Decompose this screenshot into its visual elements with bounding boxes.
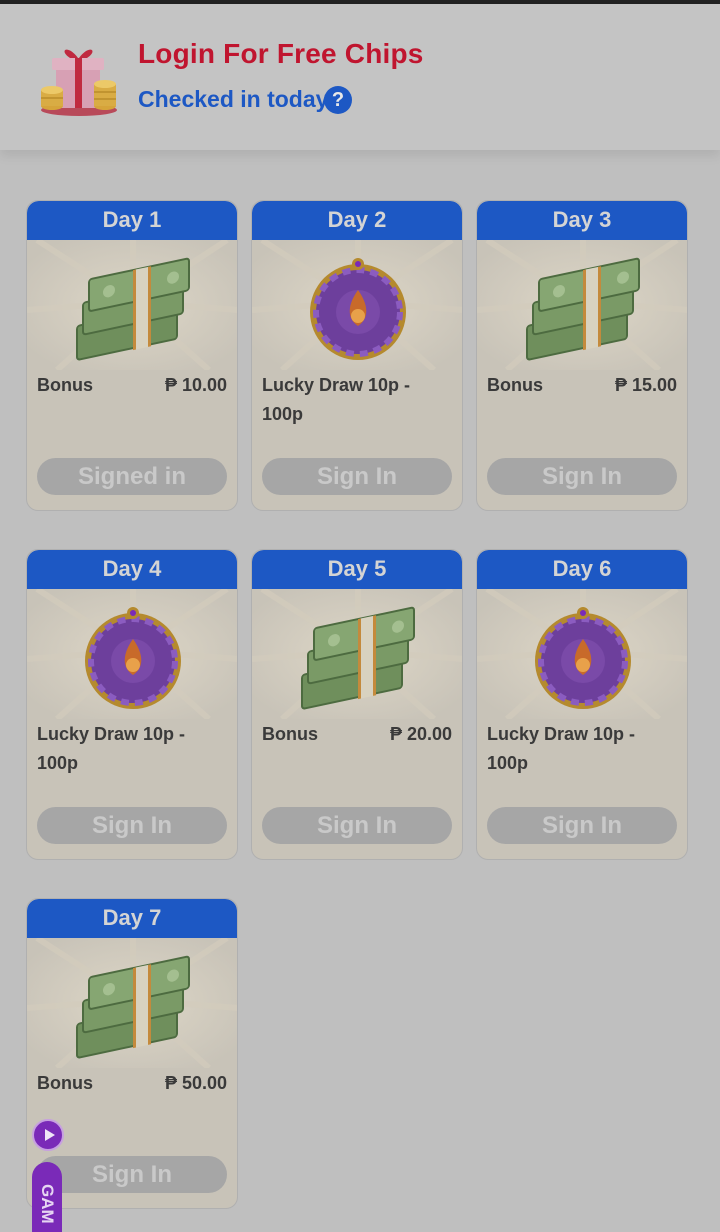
- day-card-2: Day 2 Lucky Draw 10p - 100p Sign In: [251, 200, 463, 511]
- cash-stack-icon: [27, 237, 237, 373]
- reward-label: Lucky Draw 10p - 100p: [37, 724, 186, 773]
- sign-in-button[interactable]: Sign In: [487, 458, 677, 495]
- day-title: Day 1: [27, 201, 237, 240]
- reward-amount: ₱ 15.00: [614, 375, 677, 395]
- day-card-3: Day 3 Bonus ₱ 15.00 Sign In: [476, 200, 688, 511]
- play-icon[interactable]: [32, 1119, 64, 1151]
- day-title: Day 3: [477, 201, 687, 240]
- sign-in-button[interactable]: Sign In: [487, 807, 677, 844]
- day-title: Day 5: [252, 550, 462, 589]
- lucky-wheel-icon: [252, 237, 462, 373]
- help-icon[interactable]: ?: [324, 86, 352, 114]
- day-card-5: Day 5 Bonus ₱ 20.00 Sign In: [251, 549, 463, 860]
- sign-in-button[interactable]: Sign In: [262, 458, 452, 495]
- cash-stack-icon: [477, 237, 687, 373]
- day-card-1: Day 1 Bonus ₱ 10.00 Signed in: [26, 200, 238, 511]
- signed-in-button[interactable]: Signed in: [37, 458, 227, 495]
- checkin-status: Checked in today: [138, 86, 329, 112]
- day-card-6: Day 6 Lucky Draw 10p - 100p Sign In: [476, 549, 688, 860]
- day-title: Day 4: [27, 550, 237, 589]
- cash-stack-icon: [27, 935, 237, 1071]
- sign-in-button[interactable]: Sign In: [262, 807, 452, 844]
- cash-stack-icon: [252, 586, 462, 722]
- page-title: Login For Free Chips: [138, 38, 424, 69]
- reward-amount: ₱ 10.00: [164, 375, 227, 395]
- reward-amount: ₱ 50.00: [164, 1073, 227, 1093]
- lucky-wheel-icon: [27, 586, 237, 722]
- day-title: Day 2: [252, 201, 462, 240]
- lucky-wheel-icon: [477, 586, 687, 722]
- day-card-7: Day 7 Bonus ₱ 50.00 Sign In: [26, 898, 238, 1209]
- reward-amount: ₱ 20.00: [389, 724, 452, 744]
- reward-label: Lucky Draw 10p - 100p: [262, 375, 411, 424]
- gift-with-coins-icon: [38, 44, 120, 118]
- reward-label: Lucky Draw 10p - 100p: [487, 724, 636, 773]
- sign-in-button[interactable]: Sign In: [37, 807, 227, 844]
- game-side-tab[interactable]: GAM: [32, 1162, 62, 1232]
- sign-in-button[interactable]: Sign In: [37, 1156, 227, 1193]
- day-title: Day 6: [477, 550, 687, 589]
- day-card-4: Day 4 Lucky Draw 10p - 100p Sign In: [26, 549, 238, 860]
- day-title: Day 7: [27, 899, 237, 938]
- header-panel: Login For Free Chips Checked in today ?: [0, 4, 720, 150]
